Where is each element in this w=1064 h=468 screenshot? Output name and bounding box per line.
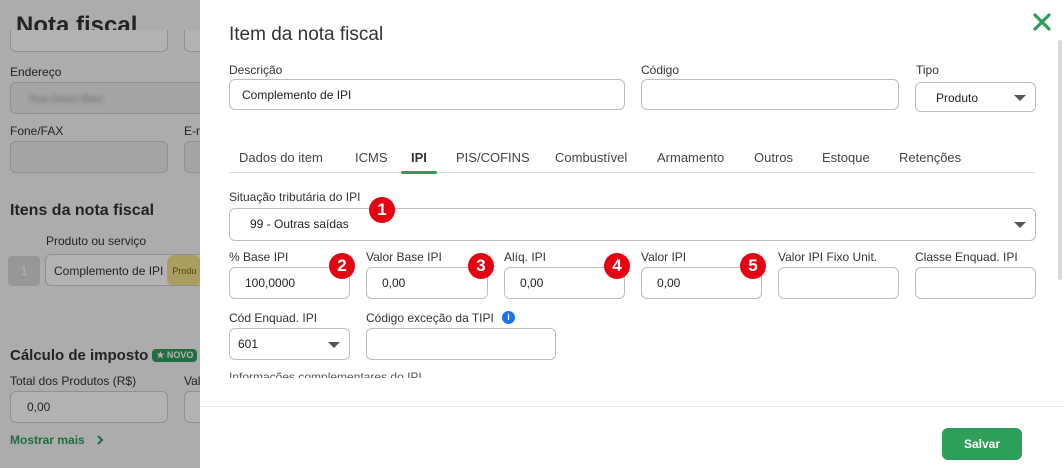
- valor-ipi-label: Valor IPI: [641, 250, 687, 264]
- tab-combustivel[interactable]: Combustível: [545, 150, 637, 173]
- tab-bar: Dados do item ICMS IPI PIS/COFINS Combus…: [229, 150, 1035, 174]
- classe-enquad-label: Classe Enquad. IPI: [915, 250, 1018, 264]
- aliq-ipi-value: 0,00: [520, 276, 544, 290]
- scrollbar[interactable]: [1058, 40, 1062, 280]
- codigo-label: Código: [641, 63, 680, 77]
- cod-enquad-value: 601: [238, 337, 259, 351]
- chevron-down-icon: [328, 342, 340, 348]
- tab-outros[interactable]: Outros: [744, 150, 803, 173]
- situacao-value: 99 - Outras saídas: [250, 217, 349, 231]
- close-icon: [1033, 13, 1051, 31]
- valor-ipi-fixo-label: Valor IPI Fixo Unit.: [778, 250, 878, 264]
- classe-enquad-input[interactable]: [915, 267, 1036, 299]
- descricao-label: Descrição: [229, 63, 283, 77]
- marker-1: 1: [369, 197, 395, 223]
- marker-2: 2: [329, 253, 355, 279]
- info-icon[interactable]: i: [502, 311, 515, 324]
- tipo-label: Tipo: [916, 63, 939, 77]
- modal-footer: [200, 406, 1064, 468]
- chevron-down-icon: [1014, 222, 1026, 228]
- descricao-input[interactable]: Complemento de IPI: [229, 79, 625, 110]
- tab-icms[interactable]: ICMS: [345, 150, 398, 173]
- marker-5: 5: [740, 253, 766, 279]
- tab-retencoes[interactable]: Retenções: [889, 150, 971, 173]
- tab-dados-do-item[interactable]: Dados do item: [229, 150, 333, 173]
- valor-ipi-fixo-input[interactable]: [778, 267, 899, 299]
- tipo-value: Produto: [936, 91, 979, 105]
- valor-base-ipi-label: Valor Base IPI: [366, 250, 442, 264]
- descricao-value: Complemento de IPI: [242, 88, 352, 102]
- ipi-info-label-cut: Informações complementares do IPI: [229, 370, 422, 378]
- marker-3: 3: [468, 253, 494, 279]
- base-ipi-label: % Base IPI: [229, 250, 289, 264]
- save-button[interactable]: Salvar: [942, 428, 1022, 460]
- tab-armamento[interactable]: Armamento: [647, 150, 734, 173]
- valor-base-ipi-value: 0,00: [382, 276, 406, 290]
- situacao-select[interactable]: 99 - Outras saídas: [229, 208, 1036, 241]
- close-button[interactable]: [1030, 10, 1054, 34]
- aliq-ipi-label: Alíq. IPI: [504, 250, 547, 264]
- marker-4: 4: [604, 253, 630, 279]
- chevron-down-icon: [1014, 95, 1026, 101]
- cod-enquad-label: Cód Enquad. IPI: [229, 311, 318, 325]
- codigo-excecao-label: Código exceção da TIPI: [366, 311, 494, 325]
- tab-ipi[interactable]: IPI: [401, 150, 437, 174]
- tab-estoque[interactable]: Estoque: [812, 150, 880, 173]
- cod-enquad-select[interactable]: 601: [229, 328, 350, 360]
- tab-pis-cofins[interactable]: PIS/COFINS: [446, 150, 540, 173]
- codigo-excecao-input[interactable]: [366, 328, 556, 360]
- modal-title: Item da nota fiscal: [229, 24, 384, 45]
- valor-ipi-value: 0,00: [657, 276, 681, 290]
- item-modal: Item da nota fiscal Descrição Complement…: [200, 0, 1064, 468]
- base-ipi-value: 100,0000: [245, 276, 296, 290]
- codigo-input[interactable]: [641, 79, 899, 110]
- situacao-label: Situação tributária do IPI: [229, 190, 361, 204]
- tipo-select[interactable]: Produto: [915, 82, 1036, 112]
